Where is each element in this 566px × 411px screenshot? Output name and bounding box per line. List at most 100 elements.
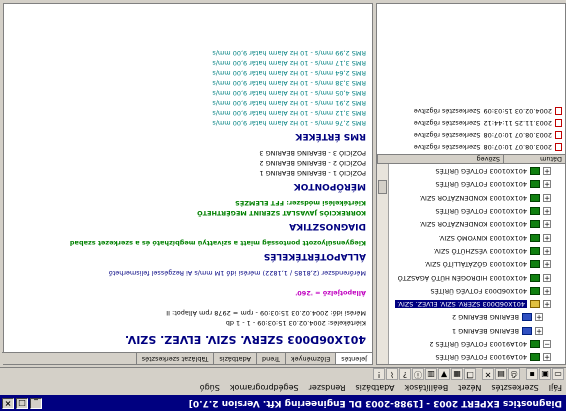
tree-item[interactable]: +401X01003 FOTVÉG ÜRÍTÉS xyxy=(387,165,565,178)
menu-settings[interactable]: Beállítások xyxy=(405,384,449,393)
info-icon[interactable]: ⓘ xyxy=(412,368,424,381)
tab-bar: Jelentés Előzmények Trend Adatbázis Tábl… xyxy=(2,352,372,364)
expand-icon[interactable]: + xyxy=(543,273,551,282)
expand-icon[interactable]: + xyxy=(535,326,543,335)
report-pane: Jelentés Előzmények Trend Adatbázis Tábl… xyxy=(2,3,373,365)
tree-item[interactable]: +401X01003 VÉSZHŰTŐ SZIV. xyxy=(387,244,565,257)
tree-item[interactable]: + BEARING BEARING 1 xyxy=(387,324,565,337)
tree-scrollbar[interactable] xyxy=(377,164,389,364)
tab-database[interactable]: Adatbázis xyxy=(213,353,257,364)
rms-line: RMS 2,76 mm/s - 10 Hz Alarm határ 9,00 m… xyxy=(212,119,366,127)
expand-icon[interactable]: + xyxy=(543,260,551,269)
menu-tools[interactable]: Segédprogramok xyxy=(230,384,299,393)
tab-table-edit[interactable]: Táblázat szerkesztés xyxy=(135,353,214,364)
expand-icon[interactable]: + xyxy=(543,353,551,362)
expand-icon[interactable]: + xyxy=(543,180,551,189)
expand-icon[interactable]: − xyxy=(543,340,551,349)
scrollbar-thumb[interactable] xyxy=(378,180,387,194)
print-icon[interactable]: ⎙ xyxy=(508,368,520,381)
menu-edit[interactable]: Szerkesztés xyxy=(491,384,538,393)
expand-icon[interactable]: + xyxy=(543,167,551,176)
menu-view[interactable]: Nézet xyxy=(458,384,481,393)
tree-item[interactable]: +401X01003 KONDENZÁTOR SZIV. xyxy=(387,191,565,204)
document-icon xyxy=(555,143,562,151)
save-icon[interactable]: ▪ xyxy=(526,368,538,381)
rms-line: RMS 3,17 mm/s - 10 Hz Alarm határ 9,00 m… xyxy=(212,59,366,67)
machine-icon xyxy=(530,353,540,362)
tree-item[interactable]: +401A91003 FOTVÉG ÜRÍTÉS xyxy=(387,351,565,364)
alarm-icon[interactable]: ! xyxy=(373,368,385,381)
menu-database[interactable]: Adatbázis xyxy=(356,384,395,393)
rms-line: RMS 2,91 mm/s - 10 Hz Alarm határ 9,00 m… xyxy=(212,99,366,107)
chart-icon[interactable]: ▤ xyxy=(495,368,507,381)
tree-item[interactable]: +401X01003 GŐZÁTÁLLÍTÓ SZIV. xyxy=(387,258,565,271)
rms-line: RMS 2,99 mm/s - 10 Hz Alarm határ 9,00 m… xyxy=(212,49,366,57)
diagnostics-line: KORREKCIÓS JAVASLAT SZERINT MEGÉRTHETŐ xyxy=(197,209,366,217)
rms-line: RMS 2,64 mm/s - 10 Hz Alarm határ 9,00 m… xyxy=(212,69,366,77)
measurement-system-line: Mérőrendszer (2,8185 / 1,1822) mérési id… xyxy=(108,269,366,277)
tree-item-selected[interactable]: +401X06D003 SZERV. SZIV. ELVEZ. SZIV. xyxy=(387,298,565,311)
delete-icon[interactable]: ✕ xyxy=(482,368,494,381)
help-icon[interactable]: ? xyxy=(399,368,411,381)
close-button[interactable]: × xyxy=(2,398,14,409)
tab-trend[interactable]: Trend xyxy=(256,353,285,364)
valuation-line: Kiegyensúlyozott pontosság miatt a sziva… xyxy=(69,239,366,247)
rms-line: RMS 4,05 mm/s - 10 Hz Alarm határ 9,00 m… xyxy=(212,89,366,97)
expand-icon[interactable]: + xyxy=(543,246,551,255)
expand-icon[interactable]: + xyxy=(543,207,551,216)
application-window: Diagnostics EXPERT 2003 - [1988-2003 DL … xyxy=(0,0,566,411)
filter-icon[interactable]: ▼ xyxy=(438,368,450,381)
tree-item[interactable]: +401X06D003 FOTVÉG ÜRÍTÉS xyxy=(387,284,565,297)
tree-item[interactable]: +401X01003 KONDENZÁTOR SZIV. xyxy=(387,218,565,231)
document-icon xyxy=(555,131,562,139)
machine-icon xyxy=(530,167,540,176)
document-icon xyxy=(555,119,562,127)
event-log: 2003.08.07 10:07:08 Szerkesztés rögzítve … xyxy=(377,105,565,153)
expand-icon[interactable]: + xyxy=(543,220,551,229)
new-icon[interactable]: ▭ xyxy=(552,368,564,381)
tree-item[interactable]: +401X01003 HIDROGÉN HŰTŐ ÁGASZTÓ xyxy=(387,271,565,284)
log-row[interactable]: 2003.08.07 10:07:08 Szerkesztés rögzítve xyxy=(377,129,565,141)
menu-file[interactable]: Fájl xyxy=(549,384,562,393)
rms-line: RMS 3,38 mm/s - 10 Hz Alarm határ 9,00 m… xyxy=(212,79,366,87)
open-icon[interactable]: ▣ xyxy=(539,368,551,381)
tree-item[interactable]: +401X01003 FOTVÉG ÜRÍTÉS xyxy=(387,178,565,191)
log-col-text[interactable]: Szöveg xyxy=(377,155,503,163)
paste-icon[interactable]: ▦ xyxy=(451,368,463,381)
maximize-button[interactable]: □ xyxy=(16,398,28,409)
toolbar: ▭ ▣ ▪ ⎙ ▤ ✕ ❐ ▦ ▼ ▥ ⓘ ? ⌇ ! xyxy=(0,367,566,381)
tree-item[interactable]: +401X01003 FOTVÉG ÜRÍTÉS xyxy=(387,204,565,217)
copy-icon[interactable]: ❐ xyxy=(464,368,476,381)
expand-icon[interactable]: + xyxy=(543,300,551,309)
menu-help[interactable]: Súgó xyxy=(200,384,220,393)
tree-item[interactable]: −401A91003 FOTVÉG ÜRÍTÉS 2 xyxy=(387,337,565,350)
navigation-pane: +401A91003 FOTVÉG ÜRÍTÉS −401A91003 FOTV… xyxy=(376,3,566,365)
expand-icon[interactable]: + xyxy=(535,313,543,322)
tab-report[interactable]: Jelentés xyxy=(335,353,372,364)
bearing-icon xyxy=(522,326,532,335)
tab-history[interactable]: Előzmények xyxy=(284,353,336,364)
point-line: POZÍCIÓ 1 - BEARING BEARING 1 xyxy=(259,169,366,177)
window-title: Diagnostics EXPERT 2003 - [1988-2003 DL … xyxy=(188,398,562,408)
tree-item[interactable]: +401X01003 KINYOMÓ SZIV. xyxy=(387,231,565,244)
tree-item[interactable]: + BEARING BEARING 2 xyxy=(387,311,565,324)
log-row[interactable]: 2004.02.03 15:03:09 Szerkesztés rögzítve xyxy=(377,105,565,117)
machine-icon xyxy=(530,300,540,309)
menu-system[interactable]: Rendszer xyxy=(309,384,346,393)
bearing-icon xyxy=(522,313,532,322)
expand-icon[interactable]: + xyxy=(543,286,551,295)
machine-icon xyxy=(530,286,540,295)
log-col-date[interactable]: Dátum xyxy=(503,155,565,163)
point-line: POZÍCIÓ 2 - BEARING BEARING 2 xyxy=(259,159,366,167)
minimize-button[interactable]: _ xyxy=(30,398,42,409)
log-row[interactable]: 2003.08.07 10:07:08 Szerkesztés rögzítve xyxy=(377,141,565,153)
expand-icon[interactable]: + xyxy=(543,193,551,202)
trend-icon[interactable]: ⌇ xyxy=(386,368,398,381)
expand-icon[interactable]: + xyxy=(543,233,551,242)
log-row[interactable]: 2003.11.25 11:44:12 Szerkesztés rögzítve xyxy=(377,117,565,129)
machine-icon xyxy=(530,207,540,216)
menu-bar: Fájl Szerkesztés Nézet Beállítások Adatb… xyxy=(0,381,566,395)
table-icon[interactable]: ▥ xyxy=(425,368,437,381)
point-line: POZÍCIÓ 3 - BEARING BEARING 3 xyxy=(259,149,366,157)
machine-icon xyxy=(530,340,540,349)
